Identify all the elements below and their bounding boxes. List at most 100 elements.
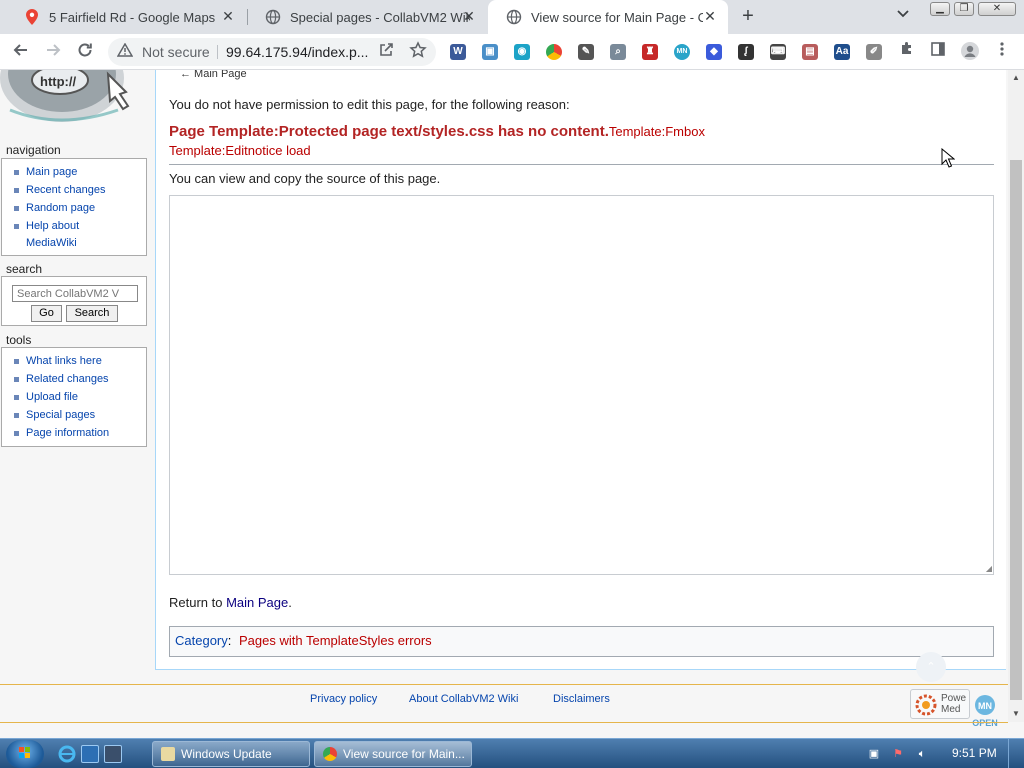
scroll-up-arrow-icon[interactable]: ▲ <box>1008 70 1024 86</box>
extension-color-icon[interactable] <box>546 44 562 60</box>
extension-chart-icon[interactable]: ▤ <box>802 44 818 60</box>
switch-windows-icon[interactable] <box>104 745 122 763</box>
resize-grip-icon[interactable]: ◢ <box>984 565 992 573</box>
network-icon[interactable]: ▣ <box>867 747 881 761</box>
mn-badge-icon: MN <box>975 695 995 715</box>
source-textarea[interactable]: ◢ <box>169 195 994 575</box>
action-center-icon[interactable]: ⚑ <box>891 747 905 761</box>
extension-shield-icon[interactable]: ◆ <box>706 44 722 60</box>
nav-link-help-cont[interactable]: MediaWiki <box>2 234 146 252</box>
category-label-link[interactable]: Category <box>175 633 228 648</box>
show-desktop-quicklaunch-icon[interactable] <box>81 745 99 763</box>
page-scrollbar[interactable]: ▲ ▼ <box>1008 70 1024 722</box>
tab-special-pages[interactable]: Special pages - CollabVM2 Wiki ✕ <box>247 0 487 34</box>
extension-edit-icon[interactable]: ✐ <box>866 44 882 60</box>
close-icon[interactable]: ✕ <box>702 8 718 24</box>
internet-explorer-icon[interactable] <box>58 745 76 763</box>
go-button[interactable]: Go <box>31 305 62 322</box>
extension-font-icon[interactable]: Aa <box>834 44 850 60</box>
category-links: Category: Pages with TemplateStyles erro… <box>169 626 994 657</box>
close-icon[interactable]: ✕ <box>220 8 236 24</box>
extension-pen-icon[interactable]: ✎ <box>578 44 594 60</box>
scroll-down-arrow-icon[interactable]: ▼ <box>1008 706 1024 722</box>
fmbox-template-link[interactable]: Template:Fmbox <box>609 124 705 139</box>
globe-icon <box>265 9 281 25</box>
reload-icon[interactable] <box>74 41 96 63</box>
extension-camera-icon[interactable]: ◉ <box>514 44 530 60</box>
footer-divider <box>0 684 1008 685</box>
about-link[interactable]: About CollabVM2 Wiki <box>409 693 518 705</box>
taskbar-windows-update[interactable]: Windows Update <box>152 741 310 767</box>
disclaimers-link[interactable]: Disclaimers <box>553 693 610 705</box>
back-link[interactable]: ← Main Page <box>180 70 247 80</box>
tools-link-special-pages[interactable]: Special pages <box>2 406 146 424</box>
search-button[interactable]: Search <box>66 305 118 322</box>
clock[interactable]: 9:51 PM <box>952 746 997 760</box>
extension-signature-icon[interactable]: ᶘ <box>738 44 754 60</box>
extensions-puzzle-icon[interactable] <box>896 41 918 63</box>
extension-figure-icon[interactable]: ♜ <box>642 44 658 60</box>
share-icon[interactable] <box>376 41 398 63</box>
tab-search-chevron-icon[interactable] <box>896 8 910 22</box>
tools-link-upload-file[interactable]: Upload file <box>2 388 146 406</box>
tools-portlet: What links here Related changes Upload f… <box>1 347 147 447</box>
taskbar-chrome-window[interactable]: View source for Main... <box>314 741 472 767</box>
mediawiki-flower-icon <box>915 694 937 716</box>
powered-by-text: Powe Med <box>941 693 967 715</box>
extension-screen-icon[interactable]: ▣ <box>482 44 498 60</box>
chrome-icon <box>323 747 337 761</box>
side-panel-icon[interactable] <box>927 41 949 63</box>
nav-link-recent-changes[interactable]: Recent changes <box>2 181 146 199</box>
category-templatestyles-errors-link[interactable]: Pages with TemplateStyles errors <box>239 633 432 648</box>
warning-triangle-icon[interactable] <box>116 42 134 61</box>
nav-link-main-page[interactable]: Main page <box>2 163 146 181</box>
forward-arrow-icon[interactable] <box>42 41 64 63</box>
extension-keyboard-icon[interactable]: ⌨ <box>770 44 786 60</box>
powered-by-mediawiki-badge[interactable]: Powe Med <box>910 689 970 719</box>
editnotice-template-link[interactable]: Template:Editnotice load <box>169 143 311 158</box>
extension-search-icon[interactable]: ⌕ <box>610 44 626 60</box>
content-area: ← Main Page You do not have permission t… <box>155 70 1006 670</box>
profile-avatar-icon[interactable] <box>959 41 981 63</box>
divider <box>217 45 218 59</box>
category-sep: : <box>227 633 232 648</box>
return-suffix: . <box>288 595 292 610</box>
globe-icon <box>506 9 522 25</box>
tab-view-source[interactable]: View source for Main Page - Coll ✕ <box>488 0 728 34</box>
nav-link-random-page[interactable]: Random page <box>2 199 146 217</box>
start-button[interactable] <box>6 740 44 768</box>
screen: 5 Fairfield Rd - Google Maps ✕ Special p… <box>0 0 1024 768</box>
minimize-button[interactable]: ▁ <box>930 2 950 16</box>
bookmark-star-icon[interactable] <box>407 41 429 63</box>
privacy-policy-link[interactable]: Privacy policy <box>310 693 377 705</box>
windows-taskbar: Windows Update View source for Main... ▣… <box>0 738 1024 768</box>
close-window-button[interactable]: ✕ <box>978 2 1016 16</box>
extension-w-icon[interactable]: W <box>450 44 466 60</box>
volume-icon[interactable]: 🔈︎ <box>915 747 929 761</box>
search-input[interactable] <box>12 285 138 302</box>
return-line: Return to Main Page. <box>169 595 292 610</box>
tab-google-maps[interactable]: 5 Fairfield Rd - Google Maps ✕ <box>6 0 246 34</box>
wiki-logo[interactable]: http:// <box>0 70 150 128</box>
back-arrow-icon[interactable] <box>10 41 32 63</box>
scroll-thumb[interactable] <box>1010 160 1022 700</box>
menu-kebab-icon[interactable] <box>991 41 1013 63</box>
extension-mn-icon[interactable]: MN <box>674 44 690 60</box>
restore-button[interactable]: ❐ <box>954 2 974 16</box>
tab-title: Special pages - CollabVM2 Wiki <box>290 9 470 25</box>
close-icon[interactable]: ✕ <box>461 8 477 24</box>
return-main-page-link[interactable]: Main Page <box>226 595 288 610</box>
show-desktop-button[interactable] <box>1008 739 1024 768</box>
tools-link-related-changes[interactable]: Related changes <box>2 370 146 388</box>
new-tab-button[interactable]: + <box>738 6 758 27</box>
taskbar-label: Windows Update <box>181 747 272 761</box>
nav-link-help[interactable]: Help about <box>2 217 146 235</box>
tools-link-what-links-here[interactable]: What links here <box>2 352 146 370</box>
navigation-list: Main page Recent changes Random page Hel… <box>2 159 146 252</box>
open-badge[interactable]: MN OPEN <box>970 694 1000 734</box>
url-text[interactable]: 99.64.175.94/index.p... <box>226 44 368 60</box>
scroll-to-top-button[interactable]: ⌃ <box>916 652 946 682</box>
page-viewport: http:// navigation Main page Recent chan… <box>0 70 1024 738</box>
security-label[interactable]: Not secure <box>142 44 210 60</box>
tools-link-page-information[interactable]: Page information <box>2 424 146 442</box>
